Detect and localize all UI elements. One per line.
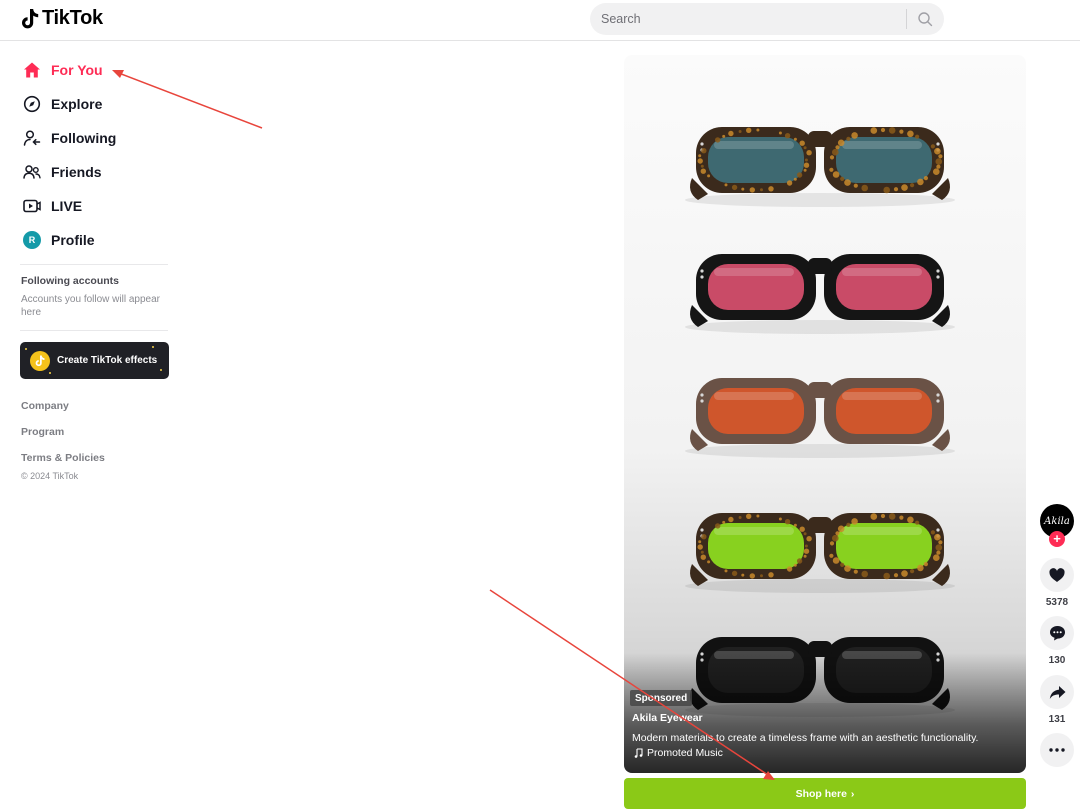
sparkle-decoration	[152, 346, 154, 348]
top-header: TikTok	[0, 0, 1080, 41]
sunglasses-2	[685, 254, 955, 334]
sidebar-divider	[20, 330, 168, 331]
nav-label: Explore	[51, 96, 103, 112]
compass-icon	[22, 94, 42, 114]
following-accounts-empty: Accounts you follow will appear here	[21, 294, 160, 318]
nav-live[interactable]: LIVE	[22, 193, 82, 219]
effects-label: Create TikTok effects	[57, 355, 158, 366]
live-icon	[22, 196, 42, 216]
tiktok-logo[interactable]: TikTok	[20, 7, 103, 30]
comment-icon	[1049, 626, 1065, 641]
nav-for-you[interactable]: For You	[22, 57, 103, 83]
nav-label: Profile	[51, 232, 95, 248]
nav-friends[interactable]: Friends	[22, 159, 102, 185]
copyright: © 2024 TikTok	[21, 471, 79, 481]
logo-wordmark: TikTok	[42, 7, 103, 29]
tiktok-note-icon	[22, 8, 39, 28]
footer-link-program[interactable]: Program	[21, 426, 64, 438]
search-icon	[918, 12, 933, 27]
profile-avatar-letter: R	[23, 231, 41, 249]
nav-explore[interactable]: Explore	[22, 91, 102, 117]
nav-label: Following	[51, 130, 117, 146]
video-player[interactable]	[624, 55, 1026, 773]
share-arrow-icon	[1049, 685, 1065, 699]
sparkle-decoration	[49, 372, 51, 374]
search-divider	[906, 9, 907, 29]
nav-label: LIVE	[51, 198, 83, 214]
heart-icon	[1049, 567, 1065, 582]
creator-avatar-text: Akila	[1044, 515, 1070, 527]
comment-button[interactable]	[1040, 616, 1074, 650]
nav-label: Friends	[51, 164, 102, 180]
music-note-icon	[634, 748, 643, 758]
sparkle-decoration	[25, 348, 27, 350]
nav-following[interactable]: Following	[22, 125, 116, 151]
sunglasses-1	[685, 127, 955, 207]
more-options-button[interactable]	[1040, 733, 1074, 767]
video-description: Modern materials to create a timeless fr…	[632, 732, 979, 744]
create-effects-button[interactable]: Create TikTok effects	[20, 342, 169, 379]
shop-label: Shop here	[795, 787, 847, 800]
home-icon	[22, 60, 42, 80]
search-input[interactable]	[590, 12, 906, 26]
video-music[interactable]: Promoted Music	[634, 747, 723, 759]
chevron-right-icon: ›	[850, 787, 855, 800]
music-label: Promoted Music	[647, 747, 723, 759]
shop-here-button[interactable]: Shop here ›	[624, 778, 1026, 809]
profile-avatar-icon: R	[22, 230, 42, 250]
nav-label: For You	[51, 62, 103, 78]
nav-profile[interactable]: R Profile	[22, 227, 95, 253]
footer-link-company[interactable]: Company	[21, 400, 69, 412]
sunglasses-3	[685, 378, 955, 458]
sunglasses-4	[685, 513, 955, 593]
sidebar-divider	[20, 264, 168, 265]
sponsored-badge: Sponsored	[630, 690, 693, 706]
more-dots-icon	[1049, 748, 1065, 752]
video-author[interactable]: Akila Eyewear	[632, 712, 703, 724]
sidebar: For You Explore Following Friends LIVE R…	[0, 41, 180, 811]
share-count: 131	[1048, 714, 1066, 725]
comment-count: 130	[1048, 655, 1066, 666]
user-follow-icon	[22, 128, 42, 148]
footer-link-terms[interactable]: Terms & Policies	[21, 452, 105, 464]
search-button[interactable]	[914, 9, 936, 29]
like-count: 5378	[1045, 597, 1069, 608]
share-button[interactable]	[1040, 675, 1074, 709]
sparkle-decoration	[160, 369, 162, 371]
like-button[interactable]	[1040, 558, 1074, 592]
search-bar	[590, 3, 944, 35]
friends-icon	[22, 162, 42, 182]
following-accounts-title: Following accounts	[21, 275, 120, 287]
effects-icon	[30, 350, 50, 371]
follow-creator-button[interactable]: +	[1049, 531, 1065, 547]
